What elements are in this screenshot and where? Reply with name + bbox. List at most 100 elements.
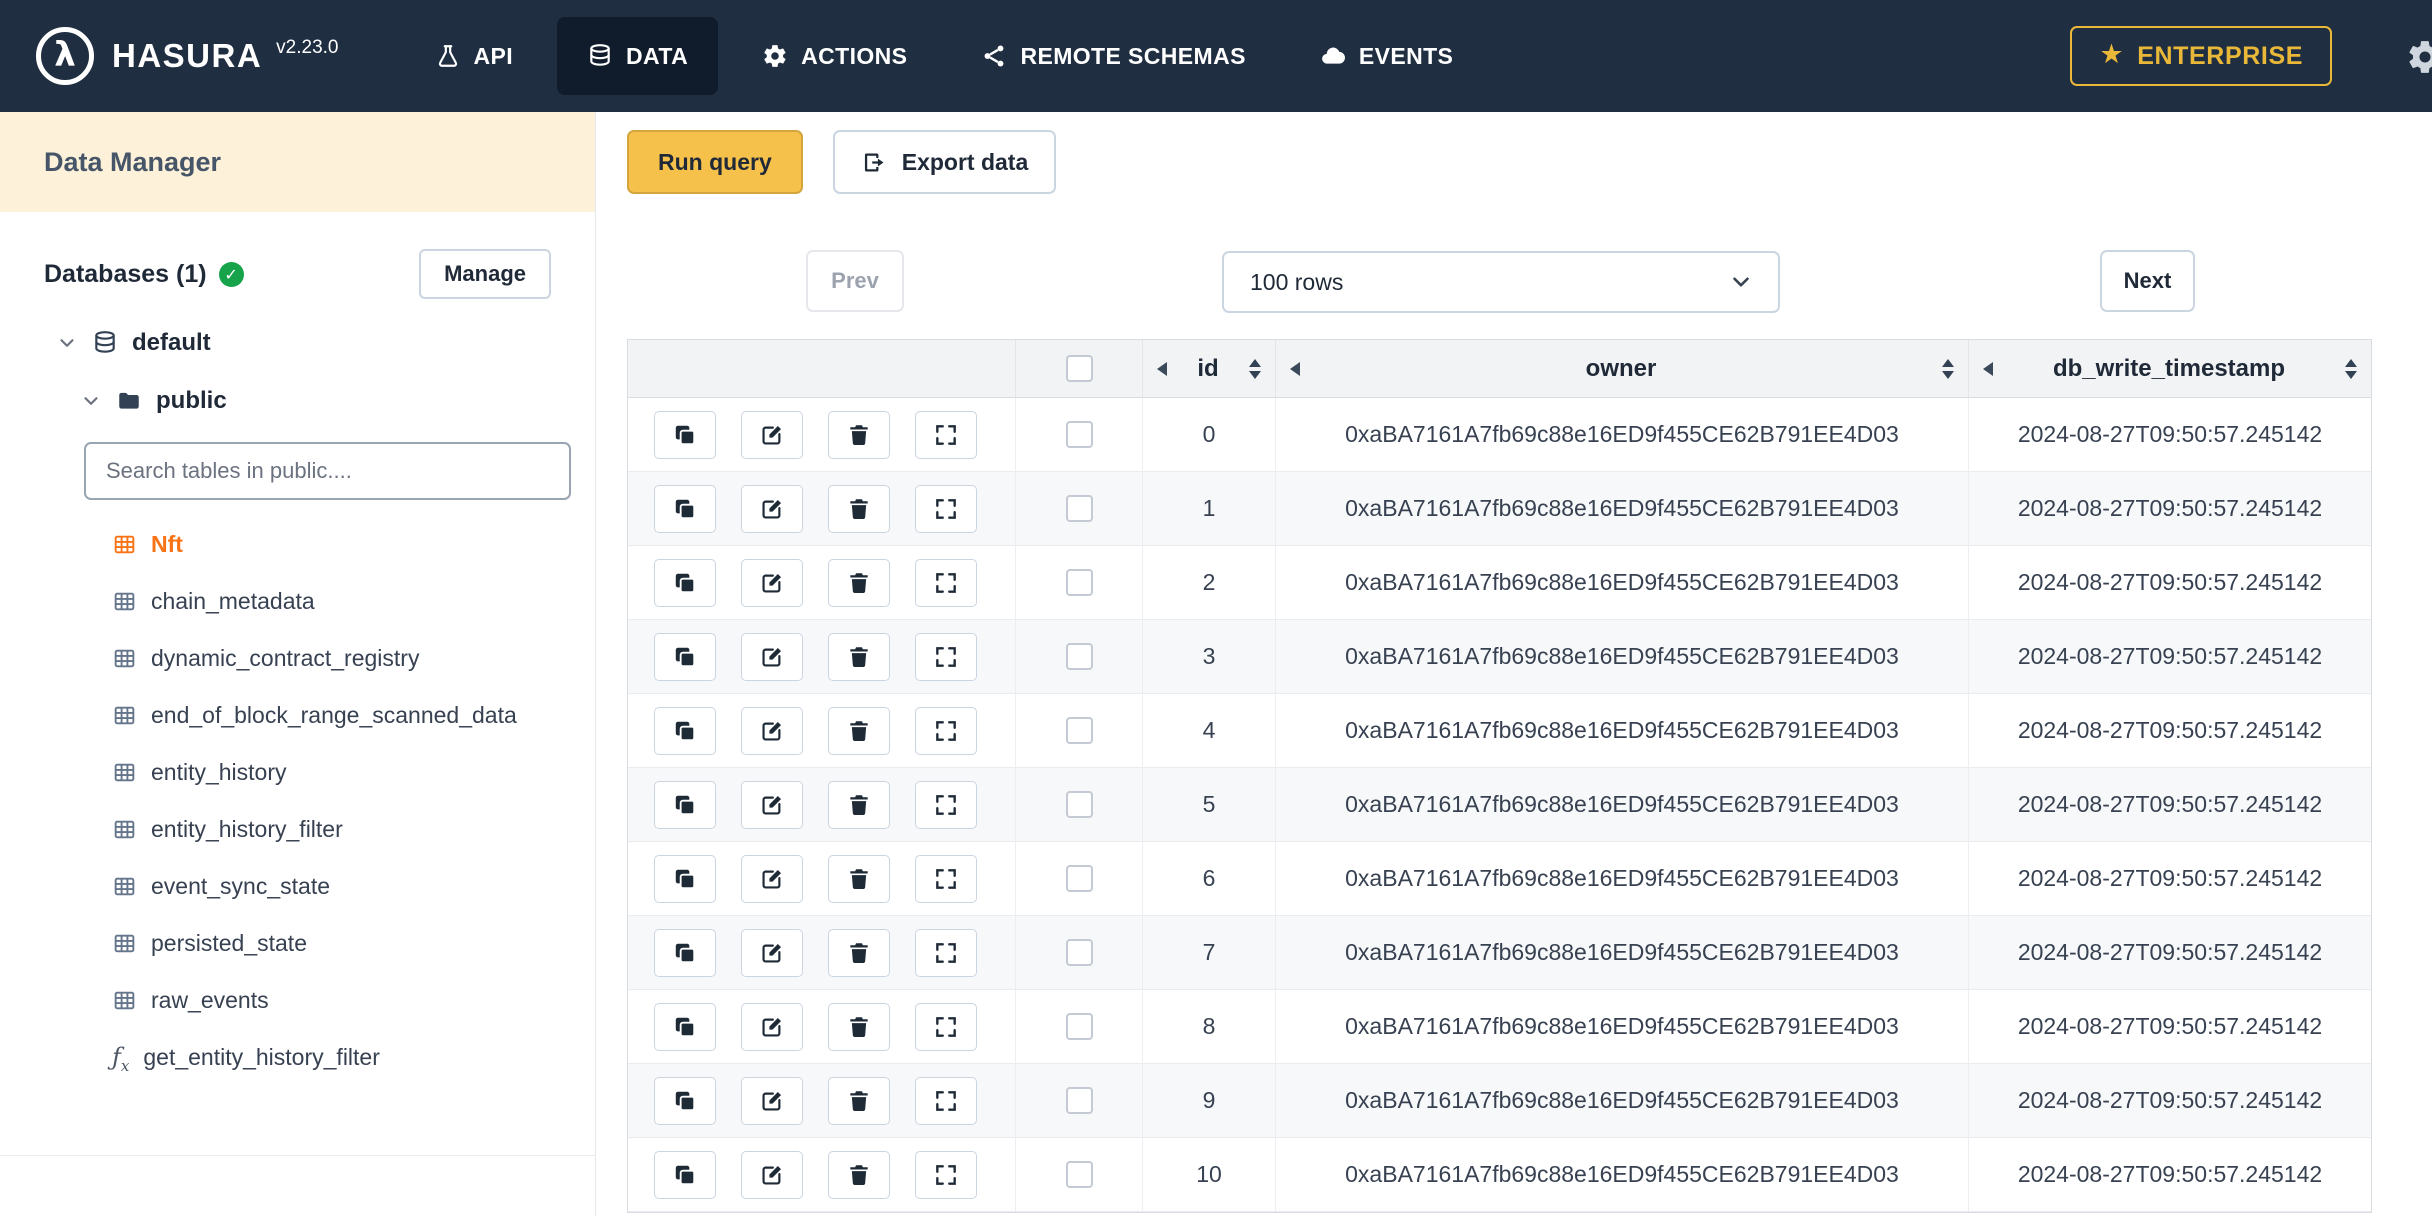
clone-row-button[interactable]: [654, 410, 716, 459]
run-query-button[interactable]: Run query: [627, 130, 803, 194]
chevron-down-icon[interactable]: [56, 332, 78, 354]
delete-row-button[interactable]: [828, 928, 890, 977]
cell-id: 2: [1143, 546, 1276, 620]
delete-row-button[interactable]: [828, 854, 890, 903]
edit-row-button[interactable]: [741, 1002, 803, 1051]
expand-row-button[interactable]: [915, 1150, 977, 1199]
expand-row-button[interactable]: [915, 558, 977, 607]
sidebar-table-dynamic_contract_registry[interactable]: dynamic_contract_registry: [0, 630, 595, 687]
expand-row-button[interactable]: [915, 484, 977, 533]
expand-row-button[interactable]: [915, 928, 977, 977]
edit-row-button[interactable]: [741, 410, 803, 459]
tree-item-default-database[interactable]: default: [0, 314, 595, 372]
clone-row-button[interactable]: [654, 632, 716, 681]
clone-row-button[interactable]: [654, 854, 716, 903]
delete-row-button[interactable]: [828, 632, 890, 681]
cell-id: 7: [1143, 916, 1276, 990]
nav-item-actions[interactable]: ACTIONS: [732, 17, 937, 95]
collapse-column-icon[interactable]: [1157, 361, 1167, 376]
sidebar-table-event_sync_state[interactable]: event_sync_state: [0, 858, 595, 915]
row-checkbox[interactable]: [1065, 569, 1093, 596]
clone-row-button[interactable]: [654, 1150, 716, 1199]
sidebar-table-chain_metadata[interactable]: chain_metadata: [0, 573, 595, 630]
sidebar-table-Nft[interactable]: Nft: [0, 516, 595, 573]
nav-item-data[interactable]: DATA: [557, 17, 719, 95]
sort-icon[interactable]: [1942, 358, 1954, 379]
nav-item-events[interactable]: EVENTS: [1290, 17, 1483, 95]
chevron-down-icon[interactable]: [80, 390, 102, 412]
prev-page-button[interactable]: Prev: [806, 250, 904, 312]
delete-row-button[interactable]: [828, 1150, 890, 1199]
collapse-column-icon[interactable]: [1290, 361, 1300, 376]
cell-owner: 0xaBA7161A7fb69c88e16ED9f455CE62B791EE4D…: [1276, 842, 1969, 916]
clone-row-button[interactable]: [654, 1002, 716, 1051]
row-checkbox[interactable]: [1065, 1161, 1093, 1188]
edit-row-button[interactable]: [741, 854, 803, 903]
expand-row-button[interactable]: [915, 854, 977, 903]
delete-row-button[interactable]: [828, 780, 890, 829]
edit-row-button[interactable]: [741, 780, 803, 829]
edit-row-button[interactable]: [741, 1076, 803, 1125]
schema-name: public: [156, 387, 227, 414]
clone-row-button[interactable]: [654, 780, 716, 829]
row-checkbox[interactable]: [1065, 1013, 1093, 1040]
next-page-button[interactable]: Next: [2100, 250, 2195, 312]
sidebar-table-persisted_state[interactable]: persisted_state: [0, 915, 595, 972]
edit-row-button[interactable]: [741, 484, 803, 533]
sidebar-table-entity_history_filter[interactable]: entity_history_filter: [0, 801, 595, 858]
delete-row-button[interactable]: [828, 410, 890, 459]
sidebar-table-raw_events[interactable]: raw_events: [0, 972, 595, 1029]
sort-icon[interactable]: [2344, 358, 2357, 379]
manage-button[interactable]: Manage: [419, 249, 551, 299]
row-checkbox[interactable]: [1065, 495, 1093, 522]
edit-row-button[interactable]: [741, 632, 803, 681]
sidebar-table-get_entity_history_filter[interactable]: ƒx get_entity_history_filter: [0, 1029, 595, 1086]
nav-item-api[interactable]: API: [405, 17, 544, 95]
enterprise-button[interactable]: ★ ENTERPRISE: [2070, 26, 2332, 86]
cell-id: 9: [1143, 1064, 1276, 1138]
expand-row-button[interactable]: [915, 1076, 977, 1125]
sidebar-table-entity_history[interactable]: entity_history: [0, 744, 595, 801]
sort-icon[interactable]: [1248, 358, 1261, 379]
nav-item-remote-schemas[interactable]: REMOTE SCHEMAS: [951, 17, 1275, 95]
clone-row-button[interactable]: [654, 928, 716, 977]
search-tables-input[interactable]: [84, 442, 571, 500]
clone-row-button[interactable]: [654, 558, 716, 607]
collapse-column-icon[interactable]: [1983, 361, 1993, 376]
expand-row-button[interactable]: [915, 632, 977, 681]
clone-row-button[interactable]: [654, 706, 716, 755]
row-checkbox[interactable]: [1065, 865, 1093, 892]
delete-row-button[interactable]: [828, 1076, 890, 1125]
expand-row-button[interactable]: [915, 1002, 977, 1051]
table-header-owner[interactable]: owner: [1276, 340, 1969, 398]
edit-row-button[interactable]: [741, 706, 803, 755]
edit-row-button[interactable]: [741, 558, 803, 607]
expand-row-button[interactable]: [915, 706, 977, 755]
export-data-button[interactable]: Export data: [832, 130, 1057, 194]
table-header-id[interactable]: id: [1143, 340, 1276, 398]
expand-row-button[interactable]: [915, 780, 977, 829]
row-checkbox[interactable]: [1065, 939, 1093, 966]
row-checkbox[interactable]: [1065, 643, 1093, 670]
delete-row-button[interactable]: [828, 1002, 890, 1051]
expand-row-button[interactable]: [915, 410, 977, 459]
edit-row-button[interactable]: [741, 1150, 803, 1199]
clone-row-button[interactable]: [654, 484, 716, 533]
row-checkbox[interactable]: [1065, 717, 1093, 744]
settings-gear-icon[interactable]: [2406, 38, 2432, 76]
sidebar-table-end_of_block_range_scanned_data[interactable]: end_of_block_range_scanned_data: [0, 687, 595, 744]
row-checkbox[interactable]: [1065, 1087, 1093, 1114]
delete-row-button[interactable]: [828, 558, 890, 607]
row-checkbox[interactable]: [1065, 421, 1093, 448]
clone-row-button[interactable]: [654, 1076, 716, 1125]
row-checkbox[interactable]: [1065, 791, 1093, 818]
rows-per-page-select[interactable]: 100 rows: [1222, 251, 1780, 313]
delete-row-button[interactable]: [828, 706, 890, 755]
table-header-db-write-timestamp[interactable]: db_write_timestamp: [1969, 340, 2371, 398]
edit-row-button[interactable]: [741, 928, 803, 977]
select-all-checkbox[interactable]: [1065, 355, 1093, 382]
cell-db-write-timestamp: 2024-08-27T09:50:57.245142: [1969, 1064, 2371, 1138]
delete-row-button[interactable]: [828, 484, 890, 533]
hasura-logo-icon[interactable]: λ: [36, 27, 94, 85]
tree-item-public-schema[interactable]: public: [0, 372, 595, 430]
